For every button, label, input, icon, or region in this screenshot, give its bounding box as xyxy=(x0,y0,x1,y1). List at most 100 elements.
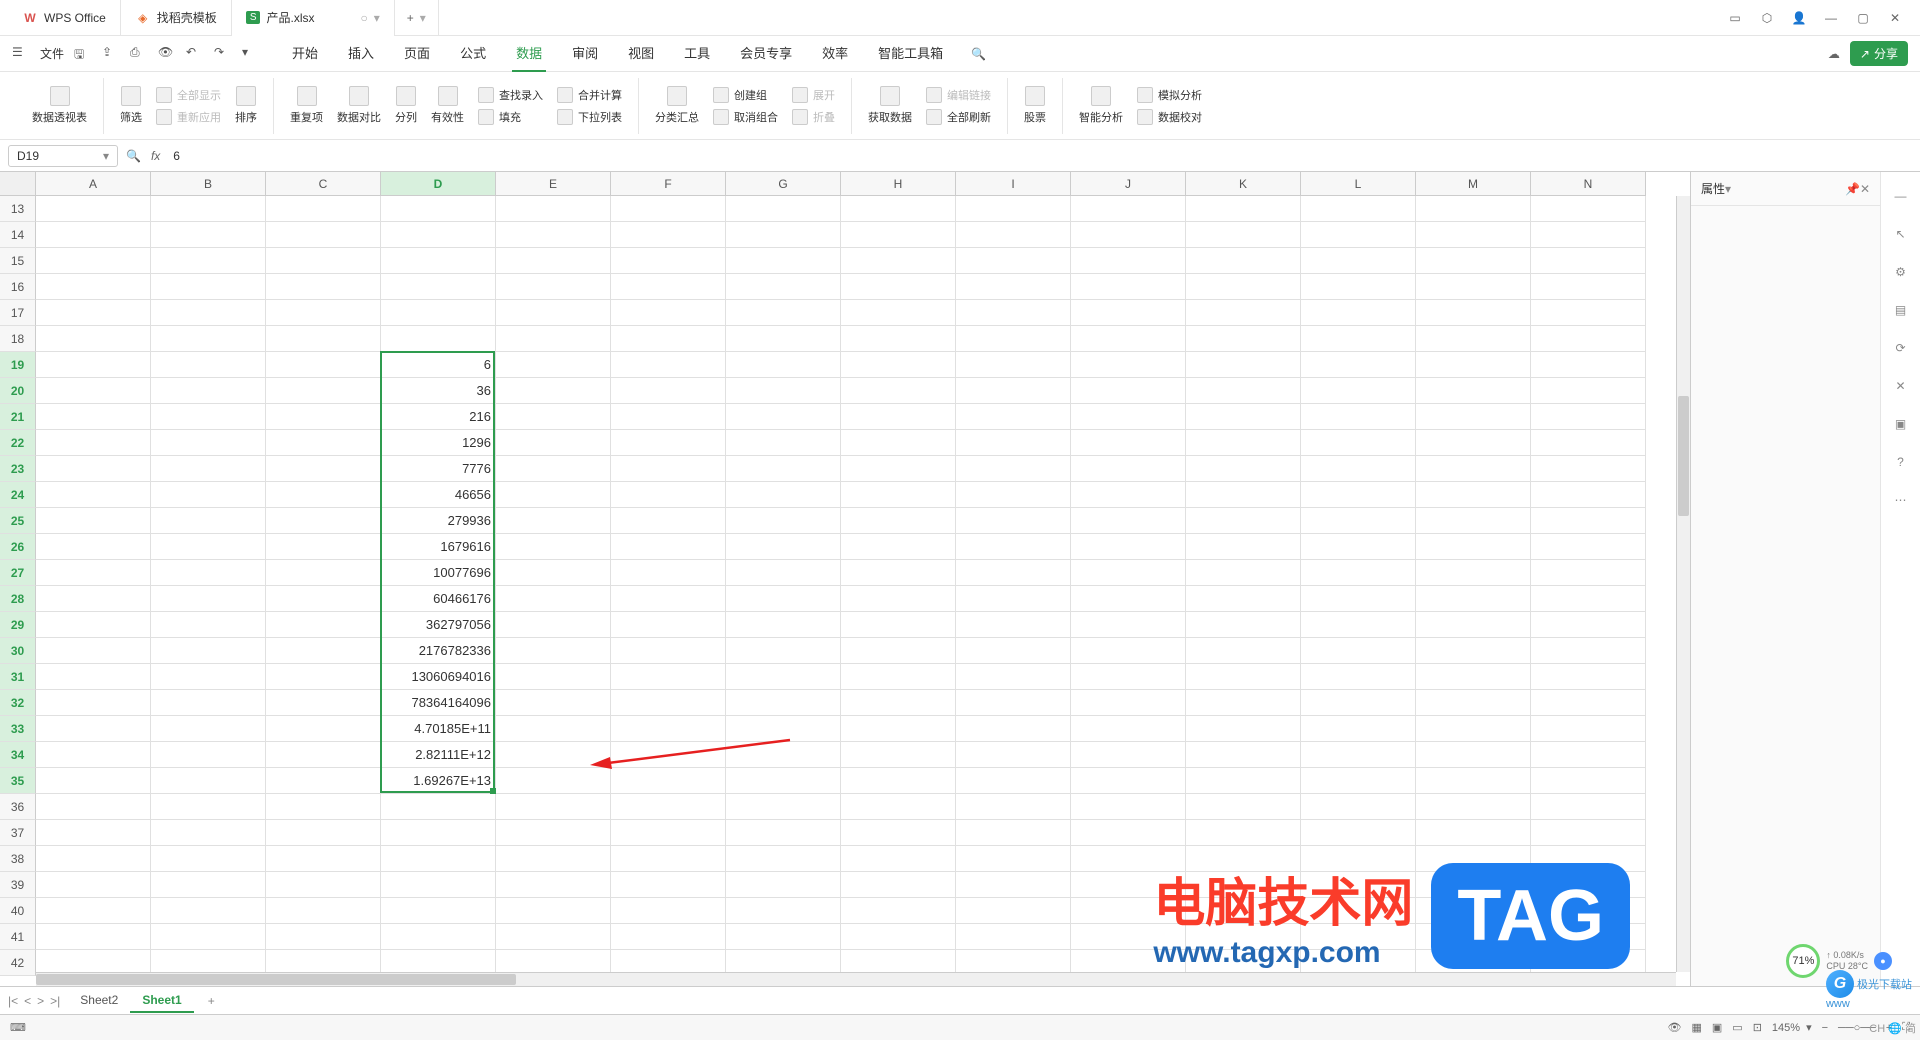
cell-H30[interactable] xyxy=(841,638,956,664)
cell-J32[interactable] xyxy=(1071,690,1186,716)
cell-J41[interactable] xyxy=(1071,924,1186,950)
split-button[interactable]: 分列 xyxy=(395,86,417,125)
cell-C35[interactable] xyxy=(266,768,381,794)
cell-N13[interactable] xyxy=(1531,196,1646,222)
help-side-icon[interactable]: ? xyxy=(1891,452,1911,472)
cell-L34[interactable] xyxy=(1301,742,1416,768)
cell-C20[interactable] xyxy=(266,378,381,404)
cell-A22[interactable] xyxy=(36,430,151,456)
cell-F22[interactable] xyxy=(611,430,726,456)
cell-N36[interactable] xyxy=(1531,794,1646,820)
cell-C14[interactable] xyxy=(266,222,381,248)
cell-C32[interactable] xyxy=(266,690,381,716)
cell-B40[interactable] xyxy=(151,898,266,924)
cell-F17[interactable] xyxy=(611,300,726,326)
cell-N18[interactable] xyxy=(1531,326,1646,352)
row-header-15[interactable]: 15 xyxy=(0,248,36,274)
cell-B16[interactable] xyxy=(151,274,266,300)
cell-F16[interactable] xyxy=(611,274,726,300)
cell-H19[interactable] xyxy=(841,352,956,378)
cell-J40[interactable] xyxy=(1071,898,1186,924)
cell-B23[interactable] xyxy=(151,456,266,482)
cell-G31[interactable] xyxy=(726,664,841,690)
cell-N23[interactable] xyxy=(1531,456,1646,482)
cell-J13[interactable] xyxy=(1071,196,1186,222)
cloud-icon[interactable]: ☁ xyxy=(1828,47,1840,61)
focus-view-icon[interactable]: ⊡ xyxy=(1753,1021,1762,1034)
cell-B34[interactable] xyxy=(151,742,266,768)
export-icon[interactable]: ⇪ xyxy=(102,45,120,63)
col-header-A[interactable]: A xyxy=(36,172,151,196)
cell-I30[interactable] xyxy=(956,638,1071,664)
cell-K39[interactable] xyxy=(1186,872,1301,898)
cell-B13[interactable] xyxy=(151,196,266,222)
cell-H23[interactable] xyxy=(841,456,956,482)
cell-F21[interactable] xyxy=(611,404,726,430)
cell-D16[interactable] xyxy=(381,274,496,300)
reading-view-icon[interactable]: ▭ xyxy=(1732,1021,1742,1034)
cell-B30[interactable] xyxy=(151,638,266,664)
cell-E18[interactable] xyxy=(496,326,611,352)
cell-D28[interactable]: 60466176 xyxy=(381,586,496,612)
cell-C19[interactable] xyxy=(266,352,381,378)
tools-side-icon[interactable]: ✕ xyxy=(1891,376,1911,396)
cell-A23[interactable] xyxy=(36,456,151,482)
cell-F35[interactable] xyxy=(611,768,726,794)
cell-I15[interactable] xyxy=(956,248,1071,274)
cell-H38[interactable] xyxy=(841,846,956,872)
cell-J31[interactable] xyxy=(1071,664,1186,690)
cell-K17[interactable] xyxy=(1186,300,1301,326)
cell-N24[interactable] xyxy=(1531,482,1646,508)
cell-D25[interactable]: 279936 xyxy=(381,508,496,534)
cell-D24[interactable]: 46656 xyxy=(381,482,496,508)
cell-K36[interactable] xyxy=(1186,794,1301,820)
cell-N29[interactable] xyxy=(1531,612,1646,638)
cell-B33[interactable] xyxy=(151,716,266,742)
row-header-32[interactable]: 32 xyxy=(0,690,36,716)
cell-L14[interactable] xyxy=(1301,222,1416,248)
cell-J38[interactable] xyxy=(1071,846,1186,872)
cell-I23[interactable] xyxy=(956,456,1071,482)
cell-G23[interactable] xyxy=(726,456,841,482)
hscroll-thumb[interactable] xyxy=(36,974,516,985)
cell-E26[interactable] xyxy=(496,534,611,560)
cell-M16[interactable] xyxy=(1416,274,1531,300)
cell-N22[interactable] xyxy=(1531,430,1646,456)
cell-D34[interactable]: 2.82111E+12 xyxy=(381,742,496,768)
cell-F34[interactable] xyxy=(611,742,726,768)
cell-I36[interactable] xyxy=(956,794,1071,820)
row-header-18[interactable]: 18 xyxy=(0,326,36,352)
reapply-button[interactable]: 重新应用 xyxy=(156,109,221,125)
cell-D40[interactable] xyxy=(381,898,496,924)
cell-B29[interactable] xyxy=(151,612,266,638)
share-button[interactable]: ↗ 分享 xyxy=(1850,41,1908,66)
row-header-41[interactable]: 41 xyxy=(0,924,36,950)
cell-C34[interactable] xyxy=(266,742,381,768)
cell-K34[interactable] xyxy=(1186,742,1301,768)
cell-C16[interactable] xyxy=(266,274,381,300)
cell-E31[interactable] xyxy=(496,664,611,690)
panel-side-icon[interactable]: ▣ xyxy=(1891,414,1911,434)
cell-H15[interactable] xyxy=(841,248,956,274)
cell-N40[interactable] xyxy=(1531,898,1646,924)
row-header-27[interactable]: 27 xyxy=(0,560,36,586)
cell-A28[interactable] xyxy=(36,586,151,612)
cell-L37[interactable] xyxy=(1301,820,1416,846)
cell-A26[interactable] xyxy=(36,534,151,560)
cell-F14[interactable] xyxy=(611,222,726,248)
cell-I37[interactable] xyxy=(956,820,1071,846)
col-header-K[interactable]: K xyxy=(1186,172,1301,196)
cell-E30[interactable] xyxy=(496,638,611,664)
cell-J14[interactable] xyxy=(1071,222,1186,248)
cell-M29[interactable] xyxy=(1416,612,1531,638)
cell-J16[interactable] xyxy=(1071,274,1186,300)
cell-C38[interactable] xyxy=(266,846,381,872)
cell-L23[interactable] xyxy=(1301,456,1416,482)
cell-A17[interactable] xyxy=(36,300,151,326)
cell-E34[interactable] xyxy=(496,742,611,768)
row-header-34[interactable]: 34 xyxy=(0,742,36,768)
row-header-31[interactable]: 31 xyxy=(0,664,36,690)
cell-M35[interactable] xyxy=(1416,768,1531,794)
panel-icon[interactable]: ▭ xyxy=(1726,9,1744,27)
cell-C21[interactable] xyxy=(266,404,381,430)
